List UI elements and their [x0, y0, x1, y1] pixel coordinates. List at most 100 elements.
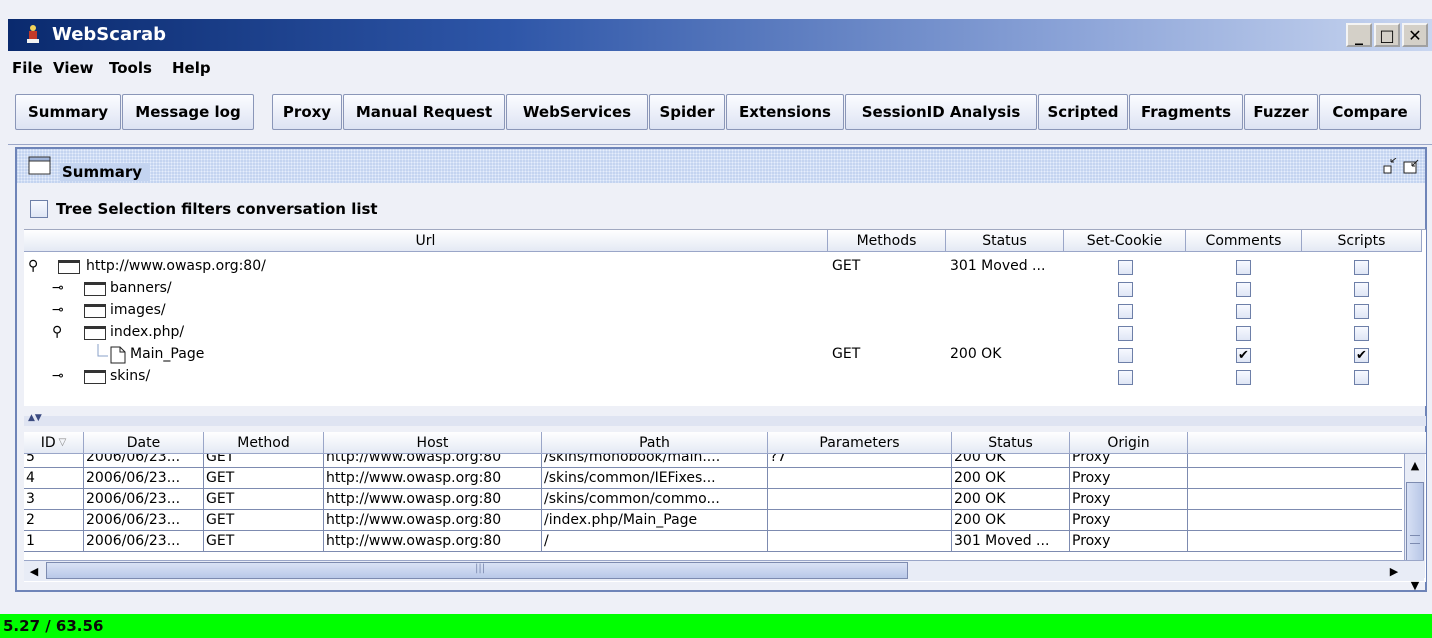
menu-tools[interactable]: Tools: [109, 59, 152, 77]
folder-icon: [84, 282, 106, 296]
comments-checkbox-checked: ✔: [1236, 348, 1251, 363]
tree-node-label: http://www.owasp.org:80/: [86, 258, 266, 274]
tree-collapsed-handle-icon[interactable]: ⊸: [52, 302, 64, 318]
parameters-cell: [768, 531, 952, 552]
status-cell: 200 OK: [952, 489, 1070, 510]
method-cell: GET: [204, 468, 324, 489]
app-icon: [27, 25, 39, 43]
column-header-set-cookie[interactable]: Set-Cookie: [1064, 230, 1186, 252]
tab-extensions[interactable]: Extensions: [726, 94, 844, 130]
table-row[interactable]: 4 2006/06/23... GET http://www.owasp.org…: [24, 468, 1402, 489]
column-header-status[interactable]: Status: [952, 432, 1070, 454]
tab-compare[interactable]: Compare: [1319, 94, 1421, 130]
iconify-icon[interactable]: [1383, 158, 1397, 174]
tab-summary[interactable]: Summary: [15, 94, 121, 130]
host-cell: http://www.owasp.org:80: [324, 489, 542, 510]
column-header-method[interactable]: Method: [204, 432, 324, 454]
horizontal-scrollbar[interactable]: ◀ ||| ▶: [24, 560, 1424, 581]
horizontal-scroll-thumb[interactable]: |||: [46, 562, 908, 579]
table-row[interactable]: 5 2006/06/23... GET http://www.owasp.org…: [24, 454, 1402, 468]
tree-collapsed-handle-icon[interactable]: ⊸: [52, 280, 64, 296]
tree-row[interactable]: ⊸ images/: [24, 300, 1422, 322]
host-cell: http://www.owasp.org:80: [324, 454, 542, 468]
close-button[interactable]: ✕: [1402, 23, 1428, 47]
parameters-cell: [768, 510, 952, 531]
tree-collapsed-handle-icon[interactable]: ⊸: [52, 368, 64, 384]
comments-checkbox: [1236, 370, 1251, 385]
parameters-cell: [768, 468, 952, 489]
menu-help[interactable]: Help: [172, 59, 211, 77]
table-row[interactable]: 3 2006/06/23... GET http://www.owasp.org…: [24, 489, 1402, 510]
summary-frame-titlebar[interactable]: [17, 149, 1425, 183]
tree-filter-checkbox[interactable]: [30, 200, 48, 218]
set-cookie-checkbox: [1118, 370, 1133, 385]
menu-view[interactable]: View: [53, 59, 94, 77]
tab-manual-request[interactable]: Manual Request: [343, 94, 505, 130]
tab-message-log[interactable]: Message log: [122, 94, 254, 130]
maximize-button[interactable]: □: [1374, 23, 1400, 47]
tree-row[interactable]: ⚲ http://www.owasp.org:80/ GET 301 Moved…: [24, 256, 1422, 278]
scroll-left-icon[interactable]: ◀: [24, 561, 44, 581]
menu-bar: File View Tools Help: [8, 52, 1432, 82]
column-header-date[interactable]: Date: [84, 432, 204, 454]
split-pane-divider[interactable]: ▲▼: [24, 413, 1426, 426]
comments-checkbox: [1236, 260, 1251, 275]
methods-cell: GET: [832, 258, 861, 274]
tree-row[interactable]: ⊸ banners/: [24, 278, 1422, 300]
tree-expanded-handle-icon[interactable]: ⚲: [28, 258, 38, 274]
tab-spider[interactable]: Spider: [649, 94, 725, 130]
scripts-checkbox-checked: ✔: [1354, 348, 1369, 363]
frame-controls: [1383, 158, 1419, 174]
maximize-icon: □: [1379, 25, 1395, 45]
tab-webservices[interactable]: WebServices: [506, 94, 648, 130]
scroll-right-icon[interactable]: ▶: [1384, 561, 1404, 581]
origin-cell: Proxy: [1070, 510, 1188, 531]
tree-expanded-handle-icon[interactable]: ⚲: [52, 324, 62, 340]
tree-row[interactable]: ⚲ index.php/: [24, 322, 1422, 344]
set-cookie-checkbox: [1118, 304, 1133, 319]
tab-sessionid-analysis[interactable]: SessionID Analysis: [845, 94, 1037, 130]
minimize-button[interactable]: _: [1346, 23, 1372, 47]
status-cell: 200 OK: [952, 454, 1070, 468]
title-bar[interactable]: WebScarab _ □ ✕: [8, 19, 1432, 51]
id-cell: 1: [24, 531, 84, 552]
column-header-comments[interactable]: Comments: [1186, 230, 1302, 252]
date-cell: 2006/06/23...: [84, 531, 204, 552]
menu-file[interactable]: File: [12, 59, 43, 77]
tree-row[interactable]: Main_Page GET 200 OK ✔ ✔: [24, 344, 1422, 366]
tab-scripted[interactable]: Scripted: [1038, 94, 1128, 130]
status-cell: 301 Moved ...: [952, 531, 1070, 552]
folder-icon: [58, 260, 80, 274]
tree-filter-label: Tree Selection filters conversation list: [56, 200, 378, 218]
column-header-parameters[interactable]: Parameters: [768, 432, 952, 454]
tab-fragments[interactable]: Fragments: [1129, 94, 1243, 130]
url-tree-table: Url Methods Status Set-Cookie Comments S…: [24, 229, 1426, 406]
tab-fuzzer[interactable]: Fuzzer: [1244, 94, 1318, 130]
tree-row[interactable]: ⊸ skins/: [24, 366, 1422, 388]
close-icon: ✕: [1408, 25, 1422, 45]
path-cell: /skins/monobook/main....: [542, 454, 768, 468]
host-cell: http://www.owasp.org:80: [324, 510, 542, 531]
column-header-host[interactable]: Host: [324, 432, 542, 454]
comments-checkbox: [1236, 282, 1251, 297]
column-header-status[interactable]: Status: [946, 230, 1064, 252]
tab-proxy[interactable]: Proxy: [272, 94, 342, 130]
set-cookie-checkbox: [1118, 260, 1133, 275]
column-header-scripts[interactable]: Scripts: [1302, 230, 1422, 252]
status-cell: 200 OK: [952, 468, 1070, 489]
vertical-scroll-thumb[interactable]: [1406, 482, 1424, 566]
id-cell: 3: [24, 489, 84, 510]
scroll-up-icon[interactable]: ▲: [1405, 454, 1425, 476]
column-header-methods[interactable]: Methods: [828, 230, 946, 252]
divider-arrows-icon[interactable]: ▲▼: [28, 413, 42, 423]
status-cell: 200 OK: [952, 510, 1070, 531]
conversation-table: ID ▽ Date Method Host Path Parameters Sta…: [24, 432, 1426, 592]
column-header-url[interactable]: Url: [24, 230, 828, 252]
column-header-path[interactable]: Path: [542, 432, 768, 454]
column-header-origin[interactable]: Origin: [1070, 432, 1188, 454]
table-row[interactable]: 1 2006/06/23... GET http://www.owasp.org…: [24, 531, 1402, 552]
date-cell: 2006/06/23...: [84, 468, 204, 489]
table-row[interactable]: 2 2006/06/23... GET http://www.owasp.org…: [24, 510, 1402, 531]
maximize-frame-icon[interactable]: [1403, 159, 1419, 174]
column-header-id[interactable]: ID ▽: [24, 432, 84, 454]
